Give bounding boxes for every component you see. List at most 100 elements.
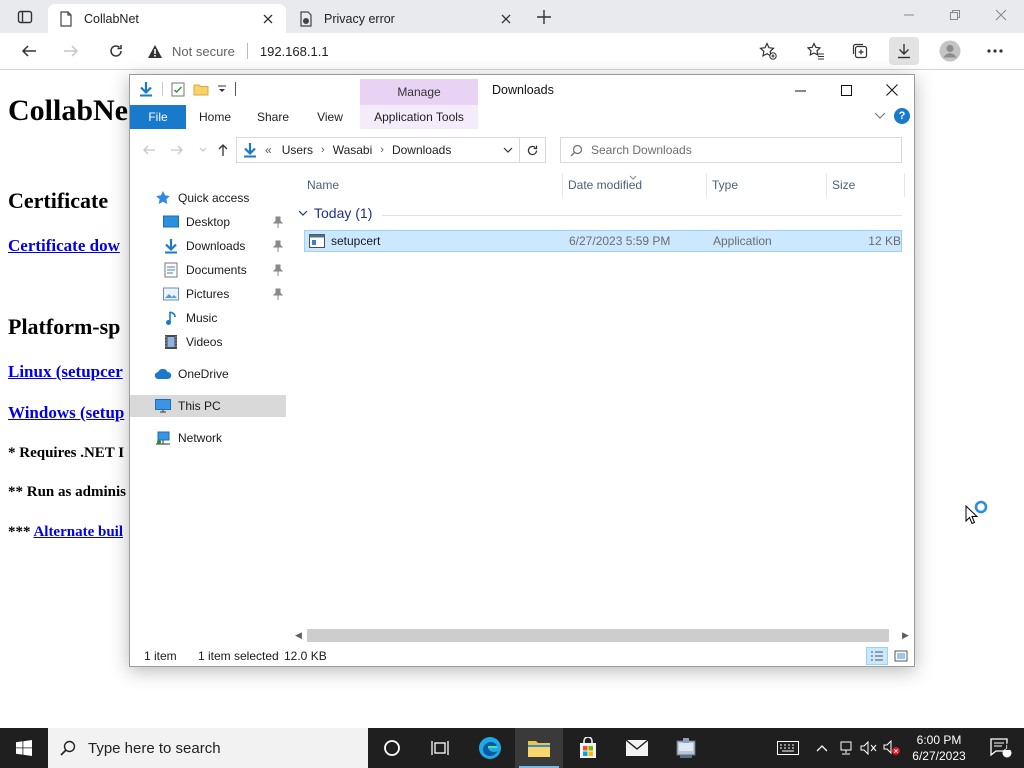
scrollbar-thumb[interactable]	[307, 629, 889, 642]
recent-locations-button[interactable]	[192, 139, 214, 161]
tab-view[interactable]: View	[306, 105, 354, 129]
taskbar-setup-app[interactable]	[662, 728, 710, 768]
scroll-left-icon[interactable]: ◀	[290, 627, 307, 644]
browser-restore-button[interactable]	[932, 4, 978, 26]
cortana-button[interactable]	[368, 728, 416, 768]
tab-collabnet[interactable]: CollabNet	[48, 4, 286, 33]
column-divider[interactable]	[826, 173, 827, 197]
tab-home[interactable]: Home	[190, 105, 240, 129]
expand-ribbon-icon[interactable]	[874, 112, 886, 120]
breadcrumb-users[interactable]: Users	[282, 143, 313, 157]
certificate-download-link[interactable]: Certificate dow	[8, 236, 120, 256]
pin-icon[interactable]	[272, 215, 284, 229]
forward-button[interactable]	[56, 37, 86, 65]
nav-this-pc[interactable]: This PC	[130, 395, 286, 417]
add-favorite-button[interactable]	[753, 37, 783, 65]
large-icons-view-button[interactable]	[890, 647, 912, 665]
help-icon[interactable]: ?	[894, 108, 910, 124]
action-center-button[interactable]: 1	[978, 728, 1024, 768]
close-tab-icon[interactable]	[260, 11, 276, 27]
taskbar-mail[interactable]	[613, 728, 661, 768]
task-view-button[interactable]	[416, 728, 464, 768]
column-header-size[interactable]: Size	[832, 171, 902, 199]
collapse-group-icon[interactable]	[298, 209, 308, 217]
pin-icon[interactable]	[272, 263, 284, 277]
show-hidden-icons-button[interactable]	[812, 728, 832, 768]
pin-icon[interactable]	[272, 287, 284, 301]
refresh-button[interactable]	[101, 37, 131, 65]
explorer-refresh-button[interactable]	[519, 137, 546, 163]
start-button[interactable]	[0, 728, 48, 768]
explorer-close-button[interactable]	[869, 77, 914, 103]
download-folder-icon[interactable]	[138, 81, 154, 97]
explorer-maximize-button[interactable]	[823, 77, 869, 103]
tab-privacy-error[interactable]: Privacy error	[288, 4, 524, 33]
column-divider[interactable]	[904, 173, 905, 197]
breadcrumb-downloads[interactable]: Downloads	[392, 143, 451, 157]
properties-icon[interactable]	[171, 81, 185, 97]
linux-link[interactable]: Linux (setupcer	[8, 362, 123, 382]
chevron-right-icon[interactable]: ›	[380, 144, 384, 156]
nav-videos[interactable]: Videos	[162, 331, 286, 353]
warning-icon[interactable]	[146, 44, 164, 59]
breadcrumb-wasabi[interactable]: Wasabi	[333, 143, 373, 157]
tab-application-tools[interactable]: Application Tools	[360, 105, 478, 129]
explorer-search-input[interactable]: Search Downloads	[560, 137, 902, 163]
alternate-build-link[interactable]: Alternate buil	[33, 524, 123, 540]
explorer-forward-button[interactable]	[166, 139, 188, 161]
tray-network-button[interactable]	[836, 728, 856, 768]
favorites-button[interactable]	[801, 37, 831, 65]
browser-minimize-button[interactable]	[886, 4, 932, 26]
profile-button[interactable]	[935, 37, 965, 65]
column-divider[interactable]	[706, 173, 707, 197]
nav-pictures[interactable]: Pictures	[162, 283, 286, 305]
taskbar-search-box[interactable]: Type here to search	[48, 728, 368, 768]
collections-button[interactable]	[845, 37, 875, 65]
nav-onedrive[interactable]: OneDrive	[154, 363, 286, 385]
qat-dropdown-icon[interactable]	[217, 84, 227, 94]
column-divider[interactable]	[562, 173, 563, 197]
details-view-button[interactable]	[866, 647, 888, 665]
group-header-today[interactable]: Today (1)	[298, 205, 902, 221]
settings-more-button[interactable]	[980, 37, 1010, 65]
tray-alert-button[interactable]	[882, 728, 902, 768]
explorer-minimize-button[interactable]	[777, 77, 823, 103]
explorer-back-button[interactable]	[138, 139, 160, 161]
close-tab-icon[interactable]	[498, 11, 514, 27]
address-bar[interactable]: Not secure 192.168.1.1	[146, 36, 786, 66]
url-text[interactable]: 192.168.1.1	[260, 44, 329, 59]
tab-file[interactable]: File	[130, 105, 186, 129]
taskbar-store[interactable]	[564, 728, 612, 768]
browser-close-button[interactable]	[978, 4, 1024, 26]
chevron-right-icon[interactable]: ›	[321, 144, 325, 156]
tray-volume-button[interactable]	[858, 728, 880, 768]
manage-contextual-tab[interactable]: Manage	[360, 79, 478, 105]
tab-share[interactable]: Share	[248, 105, 298, 129]
horizontal-scrollbar[interactable]: ◀ ▶	[290, 627, 914, 644]
new-folder-icon[interactable]	[193, 81, 209, 97]
column-header-type[interactable]: Type	[712, 171, 824, 199]
breadcrumb[interactable]: « Users › Wasabi › Downloads	[236, 137, 520, 163]
taskbar-edge[interactable]	[466, 728, 514, 768]
file-row-setupcert[interactable]: setupcert 6/27/2023 5:59 PM Application …	[304, 230, 902, 252]
tab-actions-button[interactable]	[8, 6, 42, 28]
new-tab-button[interactable]	[532, 6, 556, 28]
windows-link[interactable]: Windows (setup	[8, 403, 124, 423]
downloads-button[interactable]	[889, 37, 919, 65]
back-button[interactable]	[14, 37, 44, 65]
keyboard-tray-button[interactable]	[772, 728, 804, 768]
nav-quick-access[interactable]: Quick access	[154, 187, 286, 209]
breadcrumb-overflow[interactable]: «	[265, 143, 272, 157]
pin-icon[interactable]	[272, 239, 284, 253]
nav-desktop[interactable]: Desktop	[162, 211, 286, 233]
nav-documents[interactable]: Documents	[162, 259, 286, 281]
address-dropdown-icon[interactable]	[497, 147, 519, 153]
scroll-right-icon[interactable]: ▶	[897, 627, 914, 644]
nav-downloads[interactable]: Downloads	[162, 235, 286, 257]
security-status-text[interactable]: Not secure	[172, 44, 235, 59]
nav-network[interactable]: Network	[154, 427, 286, 449]
column-header-name[interactable]: Name	[307, 171, 557, 199]
nav-music[interactable]: Music	[162, 307, 286, 329]
taskbar-file-explorer[interactable]	[515, 728, 563, 768]
taskbar-clock[interactable]: 6:00 PM 6/27/2023	[904, 732, 974, 764]
